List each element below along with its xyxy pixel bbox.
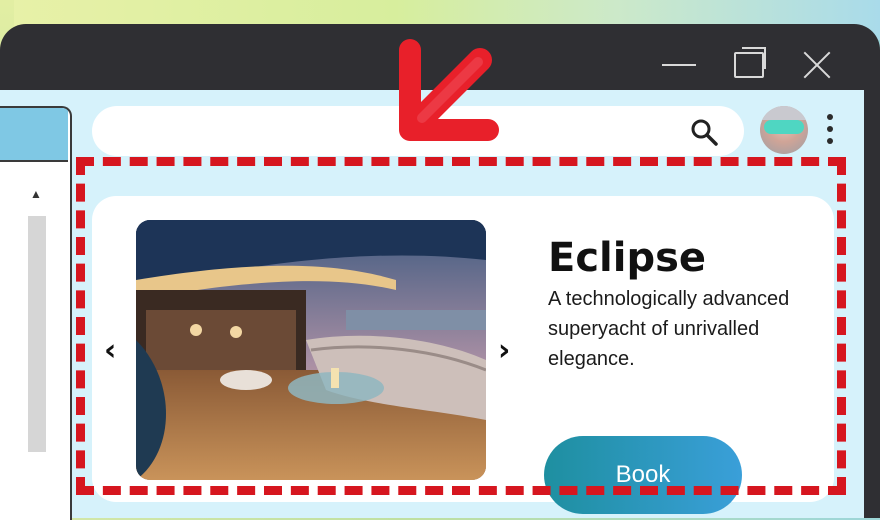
scroll-up-arrow-icon[interactable]: ▲ — [30, 188, 42, 200]
product-card: ‹ › Eclipse A technologically advanced s… — [92, 196, 834, 514]
product-title: Eclipse — [548, 235, 707, 281]
scrollbar-track[interactable] — [28, 216, 46, 452]
product-info: Eclipse A technologically advanced super… — [548, 236, 828, 374]
avatar[interactable] — [760, 106, 808, 154]
window-content: ▲ ‹ › Eclipse A technologically advanced… — [0, 90, 864, 520]
more-vert-icon[interactable] — [826, 114, 834, 148]
side-panel: ▲ — [0, 106, 72, 520]
search-bar[interactable] — [92, 106, 744, 156]
book-button[interactable]: Book — [544, 436, 742, 514]
minimize-icon[interactable] — [662, 64, 696, 66]
avatar-glasses — [764, 120, 804, 134]
maximize-icon[interactable] — [734, 47, 766, 78]
yacht-photo-illustration — [136, 220, 486, 480]
search-icon[interactable] — [690, 118, 718, 146]
carousel-next-button[interactable]: › — [498, 336, 510, 366]
title-bar — [0, 24, 880, 90]
carousel-prev-button[interactable]: ‹ — [104, 336, 116, 366]
yacht-deck-photo — [136, 220, 486, 480]
product-description: A technologically advanced superyacht of… — [548, 288, 790, 370]
close-icon[interactable] — [800, 48, 834, 82]
browser-window: ▲ ‹ › Eclipse A technologically advanced… — [0, 24, 880, 520]
side-panel-header[interactable] — [0, 108, 68, 162]
avatar-hair — [760, 106, 808, 120]
